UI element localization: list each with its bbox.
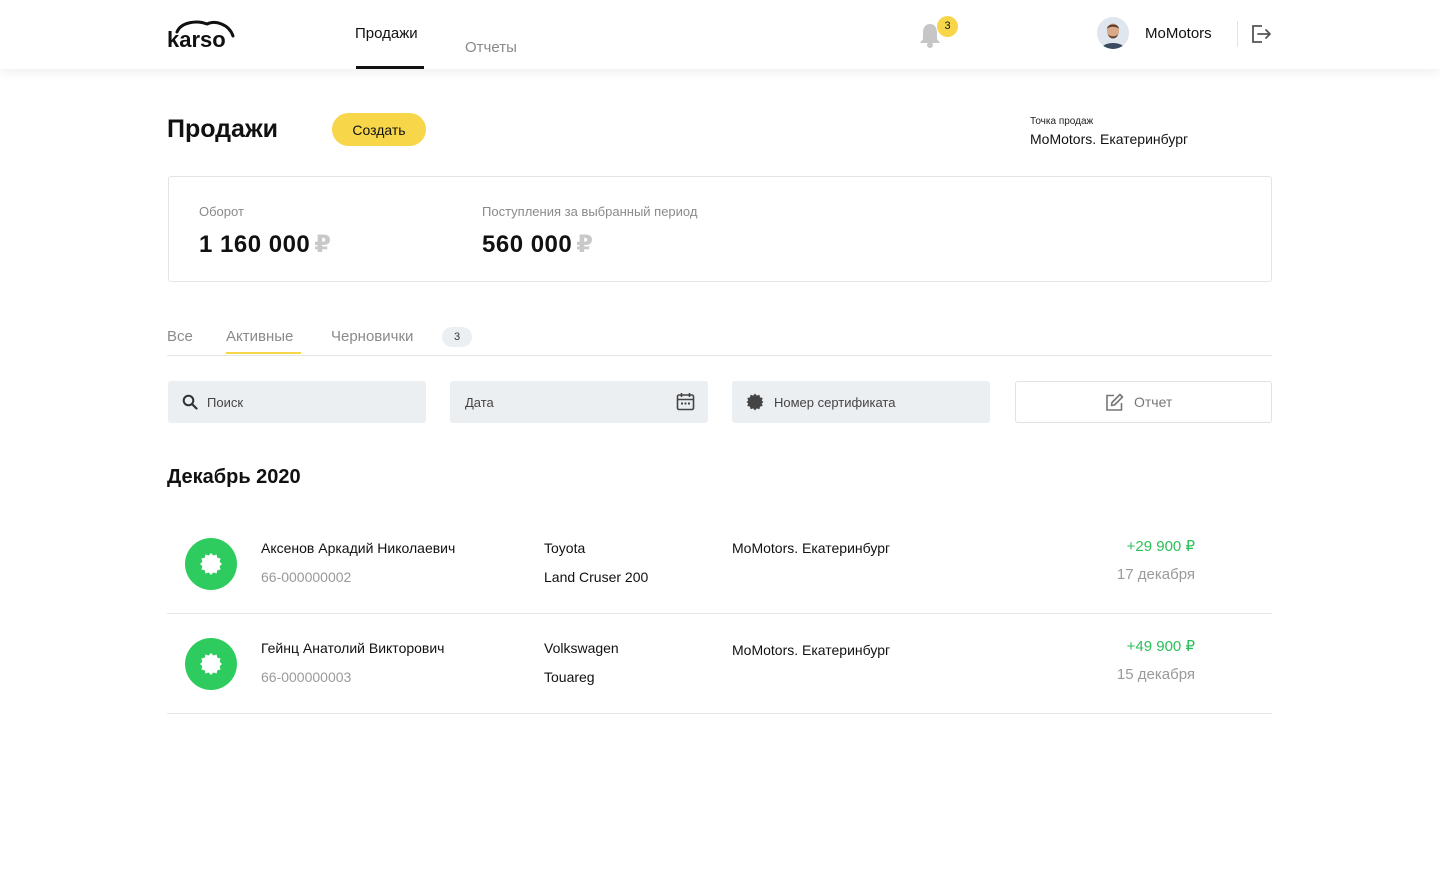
car-model: Touareg <box>544 669 595 685</box>
turnover-value: 1 160 000 ₽ <box>199 230 331 259</box>
certificate-number: 66-000000003 <box>261 669 352 685</box>
notification-badge: 3 <box>937 16 958 37</box>
search-field[interactable] <box>168 381 426 423</box>
car-make: Toyota <box>544 540 586 556</box>
date-input[interactable] <box>450 381 708 423</box>
currency-sign: ₽ <box>314 231 332 258</box>
certificate-number: 66-000000002 <box>261 569 352 585</box>
nav-active-indicator <box>356 66 424 69</box>
karso-logo[interactable]: karso <box>167 18 237 50</box>
sale-point: MoMotors. Екатеринбург <box>732 642 891 658</box>
income-label: Поступления за выбранный период <box>482 204 698 219</box>
sale-point: MoMotors. Екатеринбург <box>732 540 891 556</box>
create-button[interactable]: Создать <box>332 113 426 146</box>
certificate-input[interactable] <box>732 381 990 423</box>
currency-sign: ₽ <box>576 231 594 258</box>
tab-active-indicator <box>226 352 301 354</box>
logout-icon[interactable] <box>1250 24 1272 44</box>
logo-text: karso <box>167 27 226 50</box>
point-of-sale-value[interactable]: MoMotors. Екатеринбург <box>1030 131 1188 147</box>
report-button[interactable]: Отчет <box>1015 381 1272 423</box>
sale-amount: +49 900 ₽ <box>1126 638 1195 655</box>
table-row[interactable]: Аксенов Аркадий Николаевич 66-000000002 … <box>167 514 1272 614</box>
car-model: Land Cruser 200 <box>544 569 649 585</box>
client-name: Аксенов Аркадий Николаевич <box>261 540 456 556</box>
car-make: Volkswagen <box>544 640 619 656</box>
sale-date: 15 декабря <box>1116 666 1195 683</box>
stats-card: Оборот 1 160 000 ₽ Поступления за выбранн… <box>168 176 1272 282</box>
edit-icon <box>1106 393 1124 411</box>
sale-amount: +29 900 ₽ <box>1126 538 1195 555</box>
tabs-divider <box>167 355 1272 356</box>
client-name: Гейнц Анатолий Викторович <box>261 640 445 656</box>
tab-drafts[interactable]: Черновички <box>331 328 413 345</box>
header-divider <box>1237 21 1238 47</box>
drafts-count-badge: 3 <box>442 327 472 347</box>
turnover-label: Оборот <box>199 204 244 219</box>
calendar-icon[interactable] <box>676 392 695 411</box>
table-row[interactable]: Гейнц Анатолий Викторович 66-000000003 V… <box>167 614 1272 714</box>
tab-all[interactable]: Все <box>167 328 193 345</box>
month-heading: Декабрь 2020 <box>167 466 301 488</box>
date-field[interactable] <box>450 381 708 423</box>
top-header: karso Продажи Отчеты 3 MoMotors <box>0 0 1440 69</box>
user-name[interactable]: MoMotors <box>1145 25 1212 42</box>
nav-sales[interactable]: Продажи <box>355 25 418 42</box>
certificate-field[interactable] <box>732 381 990 423</box>
certificate-badge-icon <box>185 638 237 690</box>
turnover-amount: 1 160 000 <box>199 231 311 258</box>
tab-active[interactable]: Активные <box>226 328 293 345</box>
sale-date: 17 декабря <box>1116 566 1195 583</box>
avatar[interactable] <box>1097 17 1129 49</box>
nav-reports[interactable]: Отчеты <box>465 39 517 56</box>
report-button-label: Отчет <box>1134 394 1173 410</box>
income-value: 560 000 ₽ <box>482 230 593 259</box>
page-title: Продажи <box>167 115 279 143</box>
search-input[interactable] <box>168 381 426 423</box>
income-amount: 560 000 <box>482 231 573 258</box>
point-of-sale-label: Точка продаж <box>1030 116 1094 127</box>
certificate-badge-icon <box>185 538 237 590</box>
